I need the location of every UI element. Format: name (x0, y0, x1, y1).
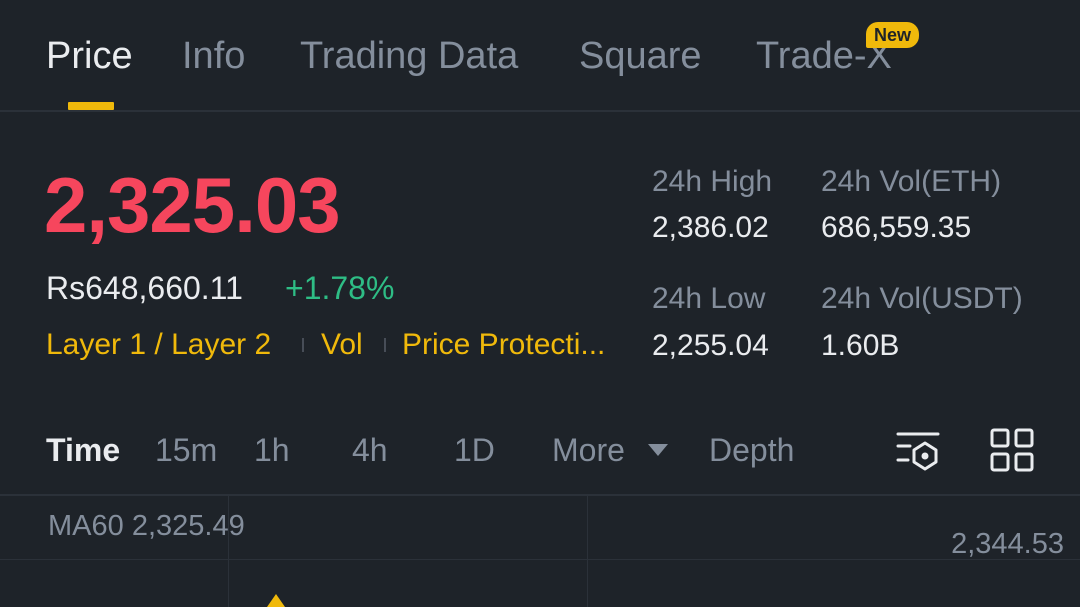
interval-4h[interactable]: 4h (352, 430, 388, 470)
tag-vol[interactable]: Vol (321, 326, 363, 364)
depth-tab[interactable]: Depth (709, 430, 794, 470)
vol-base-label: 24h Vol(ETH) (821, 165, 1002, 198)
grid-layout-icon[interactable] (988, 426, 1036, 474)
chevron-down-icon[interactable] (648, 444, 668, 456)
price-change-percent: +1.78% (285, 270, 395, 306)
vol-base-value: 686,559.35 (821, 211, 972, 244)
last-price: 2,325.03 (44, 161, 341, 249)
vol-quote-label: 24h Vol(USDT) (821, 282, 1023, 315)
vol-quote-value: 1.60B (821, 329, 900, 362)
ma60-label: MA60 2,325.49 (48, 510, 245, 542)
interval-15m[interactable]: 15m (155, 430, 217, 470)
chart-settings-icon[interactable] (894, 426, 942, 474)
candle-marker (267, 594, 285, 607)
tag-layer[interactable]: Layer 1 / Layer 2 (46, 326, 271, 364)
tag-divider (302, 338, 304, 352)
price-axis-label: 2,344.53 (951, 528, 1064, 560)
top-tab-bar: Price Info Trading Data Square Trade-X N… (0, 0, 1080, 112)
chart-top-border (0, 494, 1080, 496)
chart-gridline (0, 559, 1080, 560)
tab-price[interactable]: Price (46, 33, 133, 79)
low-value: 2,255.04 (652, 329, 769, 362)
active-tab-indicator (68, 102, 114, 110)
high-label: 24h High (652, 165, 773, 198)
interval-1h[interactable]: 1h (254, 430, 290, 470)
tab-info[interactable]: Info (182, 33, 245, 79)
chart-gridline (587, 496, 588, 607)
high-value: 2,386.02 (652, 211, 769, 244)
new-badge: New (866, 22, 920, 48)
interval-time[interactable]: Time (46, 430, 120, 470)
tab-square[interactable]: Square (579, 33, 702, 79)
tag-price-protection[interactable]: Price Protecti... (402, 326, 605, 364)
fiat-price: Rs648,660.11 (46, 270, 243, 306)
tag-divider (384, 338, 386, 352)
interval-more[interactable]: More (552, 430, 625, 470)
low-label: 24h Low (652, 282, 766, 315)
tab-trading-data[interactable]: Trading Data (300, 33, 518, 79)
interval-1d[interactable]: 1D (454, 430, 495, 470)
